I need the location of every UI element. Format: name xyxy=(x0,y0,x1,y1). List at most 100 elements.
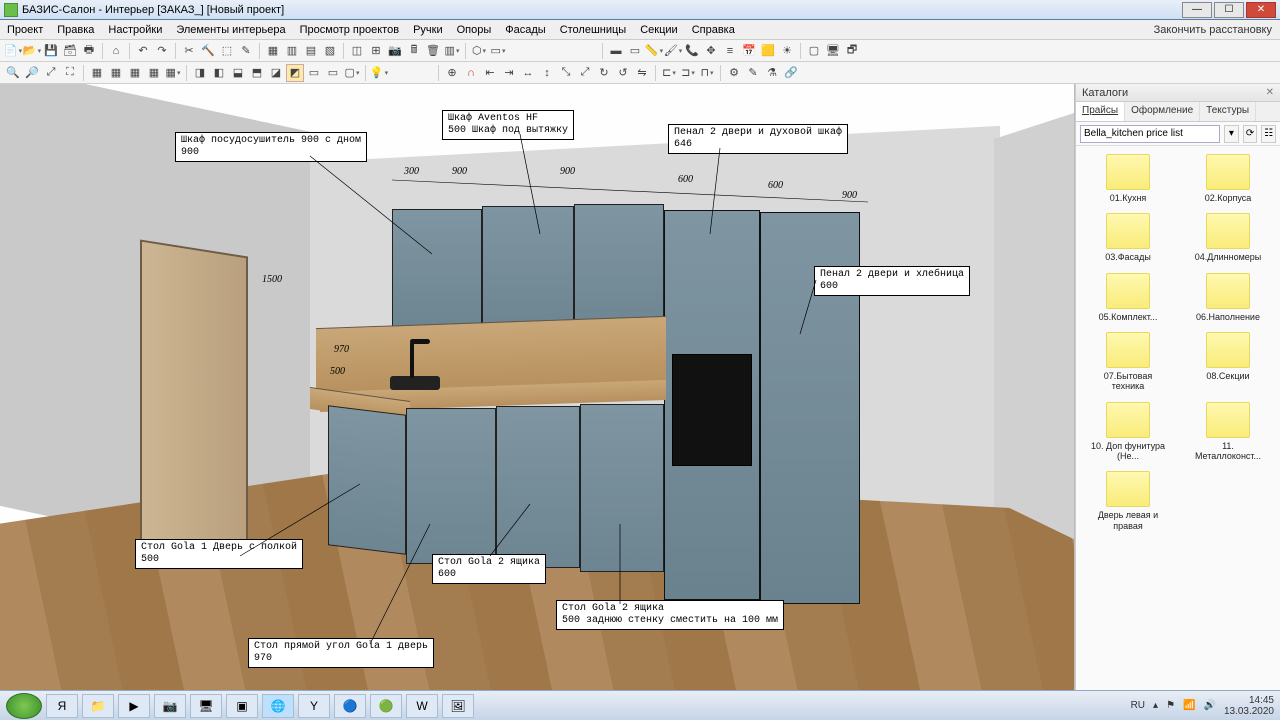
persp2-icon[interactable]: ◧ xyxy=(210,64,228,82)
calc-icon[interactable]: 🖩 xyxy=(405,42,423,60)
panel-close-icon[interactable]: ✕ xyxy=(1266,87,1274,98)
persp6-icon[interactable]: ◩ xyxy=(286,64,304,82)
start-button[interactable] xyxy=(6,693,42,719)
day-icon[interactable]: 📅 xyxy=(740,42,758,60)
folder-item[interactable]: 03.Фасады xyxy=(1080,213,1176,262)
folder-item[interactable]: 10. Доп фунитура (Не... xyxy=(1080,402,1176,462)
open-button[interactable]: 📂 xyxy=(23,42,41,60)
tab-design[interactable]: Оформление xyxy=(1125,102,1200,121)
cog-icon[interactable]: 🟨 xyxy=(759,42,777,60)
cube-icon[interactable]: ⬡ xyxy=(470,42,488,60)
grid3-icon[interactable]: ▦ xyxy=(126,64,144,82)
trash-icon[interactable]: 🗑 xyxy=(424,42,442,60)
zoom-fit-icon[interactable]: ⤢ xyxy=(42,64,60,82)
tool4-icon[interactable]: 🔗 xyxy=(782,64,800,82)
tab-textures[interactable]: Текстуры xyxy=(1200,102,1256,121)
save-button[interactable]: 💾 xyxy=(42,42,60,60)
folder-item[interactable]: 06.Наполнение xyxy=(1180,273,1276,322)
finish-placement-button[interactable]: Закончить расстановку xyxy=(1146,24,1280,36)
more-icon[interactable]: ▥ xyxy=(443,42,461,60)
box2-icon[interactable]: ▥ xyxy=(283,42,301,60)
menu-sections[interactable]: Секции xyxy=(633,24,684,36)
pricelist-dropdown-icon[interactable]: ▾ xyxy=(1224,125,1239,143)
tray-flag-icon[interactable]: ⚑ xyxy=(1166,700,1175,711)
menu-help[interactable]: Справка xyxy=(685,24,742,36)
grid1-icon[interactable]: ▦ xyxy=(88,64,106,82)
menu-supports[interactable]: Опоры xyxy=(450,24,499,36)
task-icon[interactable]: ▶ xyxy=(118,694,150,718)
link-icon[interactable]: 🖥 xyxy=(824,42,842,60)
zoom-in-icon[interactable]: 🔍 xyxy=(4,64,22,82)
panel2-icon[interactable]: ▭ xyxy=(626,42,644,60)
hammer-icon[interactable]: 🔨 xyxy=(199,42,217,60)
pricelist-select[interactable] xyxy=(1080,125,1220,143)
tray-net-icon[interactable]: 📶 xyxy=(1183,700,1195,711)
arrow-l-icon[interactable]: ⇤ xyxy=(481,64,499,82)
folder-item[interactable]: 08.Секции xyxy=(1180,332,1276,392)
wall-icon[interactable]: ◫ xyxy=(348,42,366,60)
arrow-r-icon[interactable]: ⇥ xyxy=(500,64,518,82)
grid2-icon[interactable]: ▦ xyxy=(107,64,125,82)
persp9-icon[interactable]: ▢ xyxy=(343,64,361,82)
save-all-button[interactable]: 🗃 xyxy=(61,42,79,60)
menu-facades[interactable]: Фасады xyxy=(498,24,552,36)
tray-clock[interactable]: 14:45 13.03.2020 xyxy=(1224,695,1274,717)
pointer-icon[interactable]: ✎ xyxy=(237,42,255,60)
menu-edit[interactable]: Правка xyxy=(50,24,101,36)
task-icon[interactable]: 🟢 xyxy=(370,694,402,718)
folder-item[interactable]: 01.Кухня xyxy=(1080,154,1176,203)
dir3-icon[interactable]: ⤡ xyxy=(557,64,575,82)
home-button[interactable]: ⌂ xyxy=(107,42,125,60)
tool2-icon[interactable]: ✎ xyxy=(744,64,762,82)
box3-icon[interactable]: ▤ xyxy=(302,42,320,60)
dir4-icon[interactable]: ⤢ xyxy=(576,64,594,82)
menu-countertops[interactable]: Столешницы xyxy=(553,24,634,36)
minimize-button[interactable]: — xyxy=(1182,2,1212,18)
export-icon[interactable]: 🗗 xyxy=(843,42,861,60)
view-icon[interactable]: ▭ xyxy=(489,42,507,60)
folder-item[interactable]: 05.Комплект... xyxy=(1080,273,1176,322)
maximize-button[interactable]: ☐ xyxy=(1214,2,1244,18)
box4-icon[interactable]: ▧ xyxy=(321,42,339,60)
rot2-icon[interactable]: ↺ xyxy=(614,64,632,82)
task-icon[interactable]: 🖼 xyxy=(442,694,474,718)
task-icon[interactable]: 🖥 xyxy=(190,694,222,718)
task-icon[interactable]: ▣ xyxy=(226,694,258,718)
folder-item[interactable]: 02.Корпуса xyxy=(1180,154,1276,203)
persp1-icon[interactable]: ◨ xyxy=(191,64,209,82)
cut-button[interactable]: ✂ xyxy=(180,42,198,60)
sun-icon[interactable]: ☀ xyxy=(778,42,796,60)
phone-icon[interactable]: 📞 xyxy=(683,42,701,60)
close-button[interactable]: ✕ xyxy=(1246,2,1276,18)
persp5-icon[interactable]: ◪ xyxy=(267,64,285,82)
tray-up-icon[interactable]: ▴ xyxy=(1153,700,1158,711)
dir2-icon[interactable]: ↕ xyxy=(538,64,556,82)
measure-icon[interactable]: 📏 xyxy=(645,42,663,60)
flip-icon[interactable]: ⇋ xyxy=(633,64,651,82)
grid4-icon[interactable]: ▦ xyxy=(145,64,163,82)
select-icon[interactable]: ⬚ xyxy=(218,42,236,60)
lang-indicator[interactable]: RU xyxy=(1131,700,1145,711)
tool1-icon[interactable]: ⚙ xyxy=(725,64,743,82)
join2-icon[interactable]: ⊐ xyxy=(679,64,697,82)
persp8-icon[interactable]: ▭ xyxy=(324,64,342,82)
zoom-sel-icon[interactable]: ⛶ xyxy=(61,64,79,82)
task-icon[interactable]: 📷 xyxy=(154,694,186,718)
folder-item[interactable]: 04.Длинномеры xyxy=(1180,213,1276,262)
task-icon[interactable]: Y xyxy=(298,694,330,718)
zoom-out-icon[interactable]: 🔎 xyxy=(23,64,41,82)
tab-prices[interactable]: Прайсы xyxy=(1076,102,1125,121)
folder-item[interactable]: Дверь левая и правая xyxy=(1080,471,1176,531)
paint-icon[interactable]: 🖌 xyxy=(664,42,682,60)
tool3-icon[interactable]: ⚗ xyxy=(763,64,781,82)
persp4-icon[interactable]: ⬒ xyxy=(248,64,266,82)
menu-handles[interactable]: Ручки xyxy=(406,24,450,36)
new-button[interactable]: 📄 xyxy=(4,42,22,60)
rot1-icon[interactable]: ↻ xyxy=(595,64,613,82)
light-icon[interactable]: 💡 xyxy=(370,64,388,82)
window-icon[interactable]: ⊞ xyxy=(367,42,385,60)
align-icon[interactable]: ≡ xyxy=(721,42,739,60)
menu-view-projects[interactable]: Просмотр проектов xyxy=(293,24,406,36)
persp3-icon[interactable]: ⬓ xyxy=(229,64,247,82)
pricelist-view-icon[interactable]: ☷ xyxy=(1261,125,1276,143)
